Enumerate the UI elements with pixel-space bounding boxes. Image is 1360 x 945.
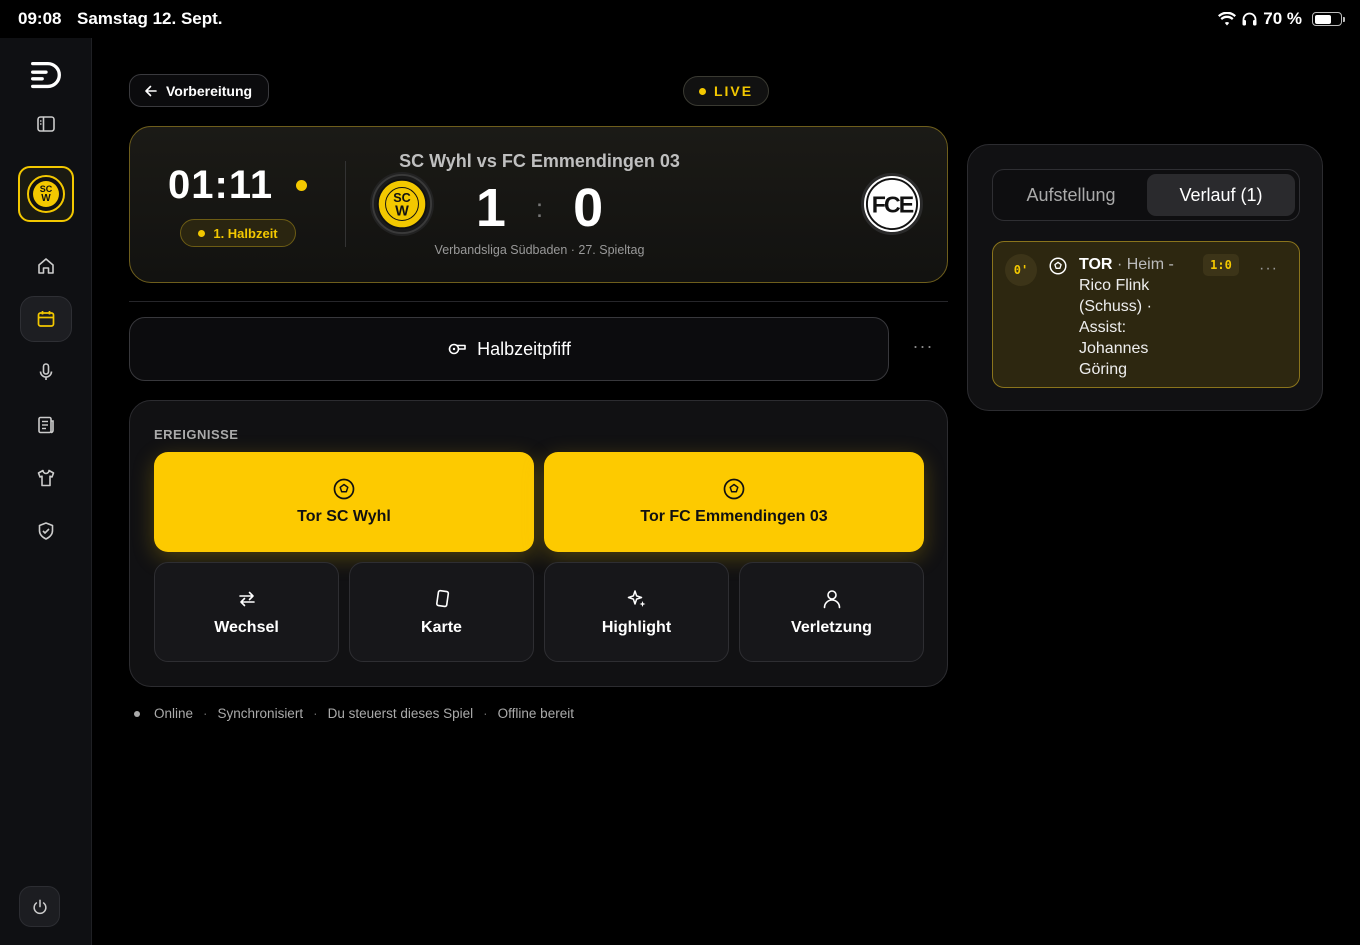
- sidebar-toggle-icon[interactable]: [20, 101, 72, 147]
- separator: ·: [313, 706, 318, 721]
- goal-home-button[interactable]: Tor SC Wyhl: [154, 452, 534, 552]
- shield-icon: [38, 522, 54, 540]
- battery-icon: [1312, 12, 1345, 26]
- event-type: TOR: [1079, 256, 1113, 273]
- card-label: Karte: [421, 618, 462, 636]
- sidebar-item-security[interactable]: [20, 508, 72, 554]
- live-badge: LIVE: [683, 76, 769, 106]
- highlight-label: Highlight: [601, 618, 672, 636]
- home-icon: [38, 258, 54, 274]
- status-indicators: 70 %: [1218, 9, 1345, 29]
- league-info: Verbandsliga Südbaden · 27. Spieltag: [434, 243, 645, 257]
- jersey-icon: [37, 469, 55, 487]
- match-title: SC Wyhl vs FC Emmendingen 03: [399, 151, 680, 171]
- highlight-button[interactable]: Highlight: [544, 562, 729, 662]
- document-icon: [38, 416, 54, 434]
- team-logo-button[interactable]: SC W: [18, 166, 74, 222]
- halftime-whistle-button[interactable]: Halbzeitpfiff: [129, 317, 889, 381]
- tab-lineup[interactable]: Aufstellung: [997, 174, 1145, 216]
- status-control: Du steuerst dieses Spiel: [327, 706, 474, 721]
- person-icon: [823, 589, 840, 608]
- status-date: Samstag 12. Sept.: [77, 9, 223, 28]
- events-panel: EREIGNISSE Tor SC Wyhl Tor FC Emmendinge…: [129, 400, 948, 687]
- sidebar-item-microphone[interactable]: [20, 349, 72, 395]
- goal-home-label: Tor SC Wyhl: [297, 508, 391, 525]
- timeline-event[interactable]: 0' TOR · Heim - Rico Flink (Schuss) · As…: [992, 241, 1300, 388]
- status-time: 09:08: [18, 9, 62, 28]
- scw-logo-icon: SCW: [27, 175, 65, 213]
- sidebar-item-calendar[interactable]: [20, 296, 72, 342]
- event-score: 1:0: [1203, 254, 1239, 276]
- scoreboard: 01:11 1. Halbzeit SC W SC Wyhl vs FC Emme…: [129, 126, 948, 283]
- injury-button[interactable]: Verletzung: [739, 562, 924, 662]
- status-online: Online: [154, 706, 194, 721]
- sidebar-item-jersey[interactable]: [20, 455, 72, 501]
- back-button[interactable]: Vorbereitung: [129, 74, 270, 107]
- score-display: 1 : 0: [130, 177, 949, 239]
- score-separator: :: [535, 192, 544, 223]
- home-score: 1: [475, 178, 506, 238]
- event-description: Rico Flink (Schuss) · Assist: Johannes G…: [1079, 277, 1152, 378]
- divider: [129, 301, 948, 302]
- event-side: · Heim -: [1116, 256, 1174, 273]
- svg-text:FCE: FCE: [872, 192, 914, 218]
- substitution-label: Wechsel: [214, 618, 279, 636]
- injury-label: Verletzung: [791, 618, 872, 636]
- away-score: 0: [573, 178, 604, 238]
- event-minute: 0': [1005, 254, 1037, 286]
- events-heading: EREIGNISSE: [154, 427, 239, 442]
- svg-text:W: W: [41, 193, 51, 204]
- live-label: LIVE: [713, 83, 754, 99]
- fce-logo-icon: FCE: [865, 177, 919, 231]
- status-dot-icon: [134, 710, 140, 717]
- calendar-icon: [37, 311, 55, 327]
- substitution-button[interactable]: Wechsel: [154, 562, 339, 662]
- football-icon: [723, 478, 745, 500]
- tab-history[interactable]: Verlauf (1): [1147, 174, 1295, 216]
- away-team-logo: FCE: [861, 173, 923, 235]
- halftime-label: Halbzeitpfiff: [477, 338, 571, 359]
- back-button-label: Vorbereitung: [166, 82, 253, 99]
- more-options-button[interactable]: ···: [906, 336, 940, 360]
- card-button[interactable]: Karte: [349, 562, 534, 662]
- status-bar: 09:08 Samstag 12. Sept. 70 %: [0, 0, 1360, 38]
- football-icon: [1049, 257, 1067, 275]
- football-icon: [333, 478, 355, 500]
- whistle-icon: [448, 343, 466, 355]
- connection-status: Online · Synchronisiert · Du steuerst di…: [134, 706, 574, 721]
- swap-icon: [238, 591, 255, 606]
- app-logo-icon[interactable]: [20, 52, 72, 98]
- event-more-button[interactable]: ···: [1259, 260, 1278, 278]
- power-icon: [32, 898, 47, 914]
- live-dot-icon: [698, 87, 706, 95]
- sidebar-item-home[interactable]: [20, 243, 72, 289]
- goal-away-label: Tor FC Emmendingen 03: [640, 508, 828, 525]
- match-side-panel: Aufstellung Verlauf (1) 0' TOR · Heim - …: [967, 144, 1323, 411]
- arrow-left-icon: [145, 85, 157, 96]
- sidebar: SC W: [0, 38, 92, 945]
- status-offline: Offline bereit: [497, 706, 574, 721]
- wifi-icon: [1218, 12, 1237, 26]
- panel-tabs: Aufstellung Verlauf (1): [992, 169, 1300, 221]
- sidebar-item-news[interactable]: [20, 402, 72, 448]
- separator: ·: [483, 706, 488, 721]
- battery-percent: 70 %: [1263, 9, 1302, 28]
- status-synced: Synchronisiert: [217, 706, 304, 721]
- power-button[interactable]: [19, 886, 60, 927]
- sparkle-icon: [627, 589, 645, 607]
- microphone-icon: [39, 363, 53, 380]
- event-text: TOR · Heim - Rico Flink (Schuss) · Assis…: [1079, 254, 1189, 380]
- separator: ·: [203, 706, 208, 721]
- headphones-icon: [1242, 12, 1257, 26]
- card-icon: [435, 589, 449, 607]
- goal-away-button[interactable]: Tor FC Emmendingen 03: [544, 452, 924, 552]
